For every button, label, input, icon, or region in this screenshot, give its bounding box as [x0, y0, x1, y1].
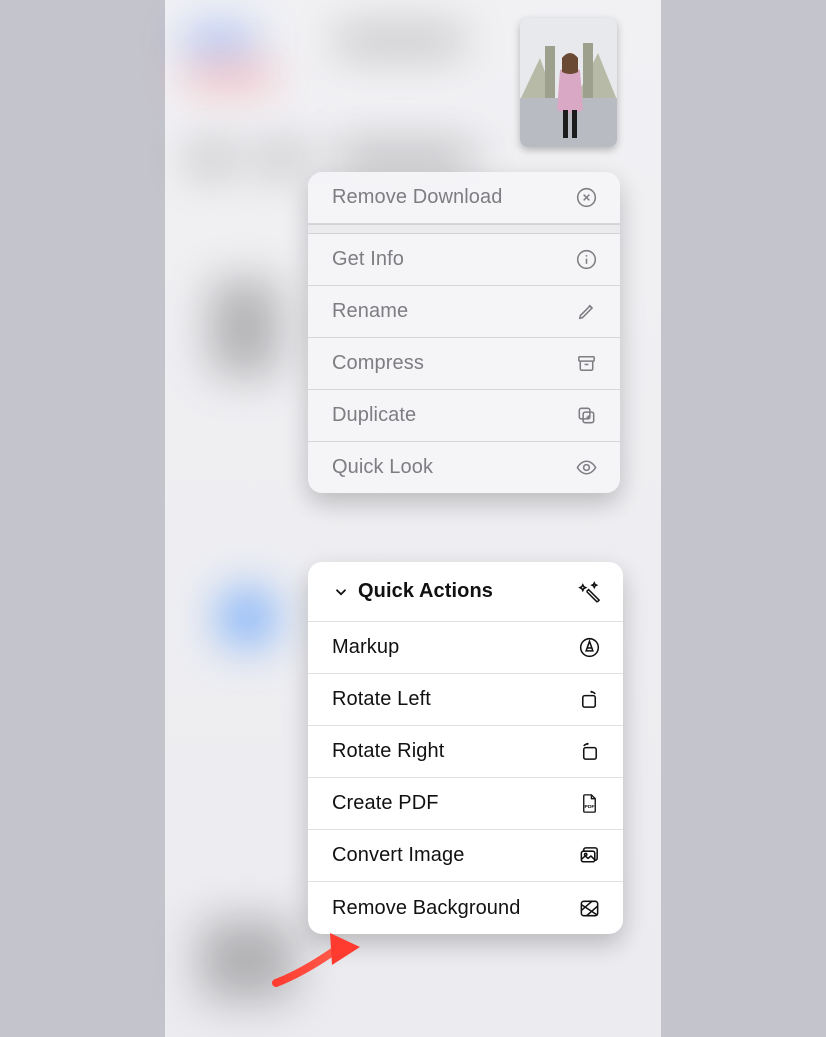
menu-item-label: Rotate Left	[332, 688, 431, 711]
eye-icon	[575, 456, 598, 479]
compress-item[interactable]: Compress	[308, 338, 620, 390]
menu-item-label: Quick Look	[332, 456, 433, 479]
quick-look-item[interactable]: Quick Look	[308, 442, 620, 493]
remove-background-item[interactable]: Remove Background	[308, 882, 623, 934]
rotate-left-icon	[578, 688, 601, 711]
markup-icon	[578, 636, 601, 659]
menu-item-label: Duplicate	[332, 404, 416, 427]
images-icon	[578, 844, 601, 867]
menu-item-label: Compress	[332, 352, 424, 375]
selected-image-thumbnail[interactable]	[520, 18, 617, 147]
chevron-down-icon	[332, 583, 350, 601]
menu-item-label: Create PDF	[332, 792, 439, 815]
quick-actions-header[interactable]: Quick Actions	[308, 562, 623, 622]
info-icon	[575, 248, 598, 271]
duplicate-icon	[575, 404, 598, 427]
rename-item[interactable]: Rename	[308, 286, 620, 338]
sparkle-wand-icon	[578, 580, 601, 603]
remove-background-icon	[578, 897, 601, 920]
quick-actions-menu: Quick Actions Markup Rotate Left Rotate …	[308, 562, 623, 934]
rotate-right-icon	[578, 740, 601, 763]
menu-item-label: Remove Download	[332, 186, 502, 209]
menu-item-label: Rename	[332, 300, 408, 323]
get-info-item[interactable]: Get Info	[308, 234, 620, 286]
archive-icon	[575, 352, 598, 375]
convert-image-item[interactable]: Convert Image	[308, 830, 623, 882]
menu-item-label: Get Info	[332, 248, 404, 271]
menu-item-label: Markup	[332, 636, 399, 659]
pencil-icon	[575, 300, 598, 323]
rotate-left-item[interactable]: Rotate Left	[308, 674, 623, 726]
rotate-right-item[interactable]: Rotate Right	[308, 726, 623, 778]
close-circle-icon	[575, 186, 598, 209]
create-pdf-item[interactable]: Create PDF PDF	[308, 778, 623, 830]
context-menu: Remove Download Get Info Rename Compress…	[308, 172, 620, 493]
menu-header-label: Quick Actions	[358, 580, 493, 603]
menu-separator	[308, 224, 620, 234]
menu-item-label: Rotate Right	[332, 740, 444, 763]
menu-item-label: Convert Image	[332, 844, 464, 867]
pdf-file-icon: PDF	[578, 792, 601, 815]
menu-item-label: Remove Background	[332, 896, 520, 920]
remove-download-item[interactable]: Remove Download	[308, 172, 620, 224]
markup-item[interactable]: Markup	[308, 622, 623, 674]
duplicate-item[interactable]: Duplicate	[308, 390, 620, 442]
svg-text:PDF: PDF	[585, 804, 595, 810]
